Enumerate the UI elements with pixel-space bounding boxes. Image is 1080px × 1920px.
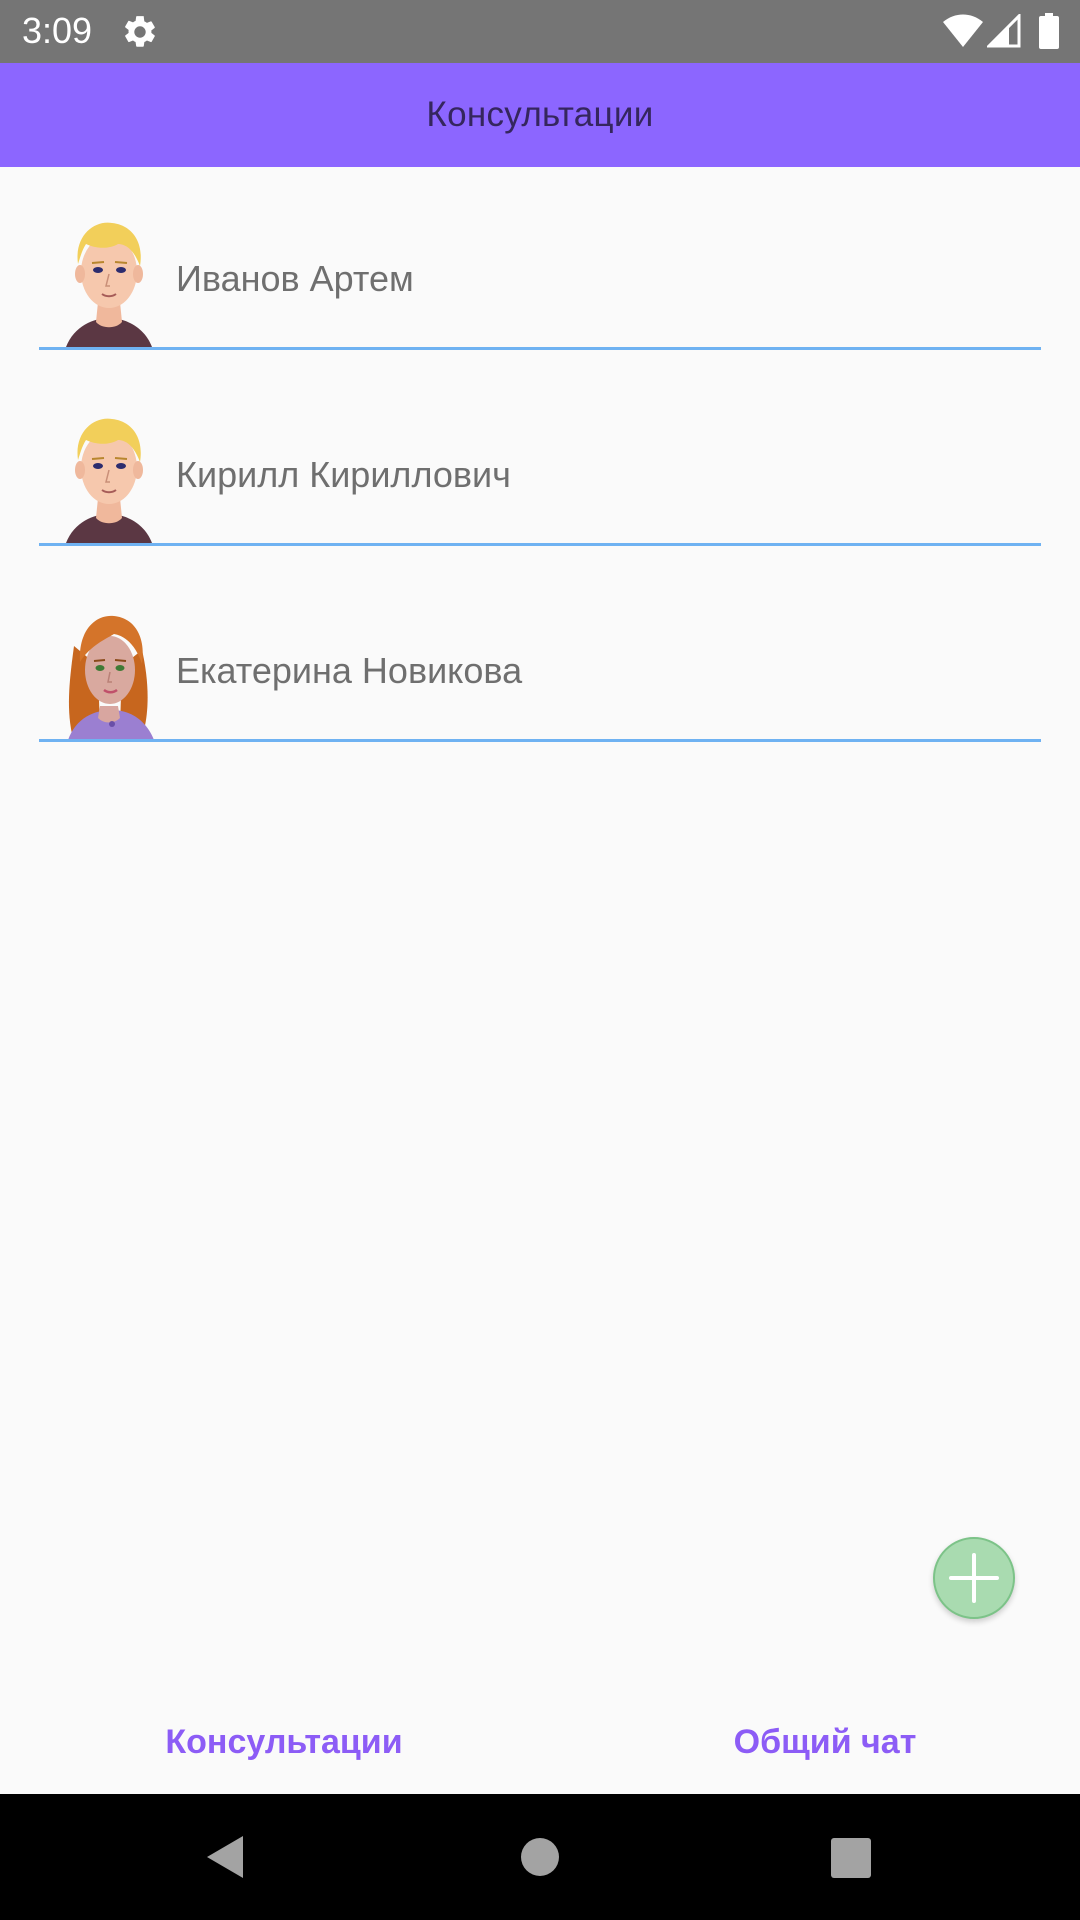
red-hair-woman-avatar-icon	[68, 615, 154, 740]
divider	[39, 347, 1041, 350]
add-consultation-button[interactable]	[933, 1537, 1015, 1619]
consultant-name: Кирилл Кириллович	[176, 454, 511, 495]
wifi-icon	[943, 14, 983, 47]
divider	[39, 543, 1041, 546]
status-bar: 3:09	[0, 0, 1080, 63]
consultation-list: Иванов Артем Кирилл Кириллович Екатерина…	[0, 167, 1080, 755]
consultation-item[interactable]: Екатерина Новикова	[0, 559, 1080, 755]
consultation-item[interactable]: Кирилл Кириллович	[0, 363, 1080, 559]
signal-icon	[987, 14, 1021, 48]
consultant-name: Иванов Артем	[176, 258, 414, 299]
consultant-name: Екатерина Новикова	[176, 650, 523, 691]
blond-man-avatar-icon	[66, 222, 152, 347]
nav-consultations[interactable]: Консультации	[14, 1690, 554, 1794]
back-icon[interactable]	[205, 1834, 245, 1880]
blond-man-avatar-icon	[66, 418, 152, 543]
nav-general-chat[interactable]: Общий чат	[555, 1690, 1080, 1794]
home-icon[interactable]	[521, 1838, 559, 1876]
plus-icon	[949, 1553, 999, 1603]
consultation-item[interactable]: Иванов Артем	[0, 167, 1080, 363]
page-title: Консультации	[426, 95, 654, 134]
battery-icon	[1039, 13, 1059, 49]
recents-icon[interactable]	[831, 1838, 871, 1878]
bottom-nav: Консультации Общий чат	[0, 1690, 1080, 1794]
gear-icon	[125, 16, 155, 47]
divider	[39, 739, 1041, 742]
app-bar: Консультации	[0, 63, 1080, 167]
status-time: 3:09	[22, 10, 93, 51]
